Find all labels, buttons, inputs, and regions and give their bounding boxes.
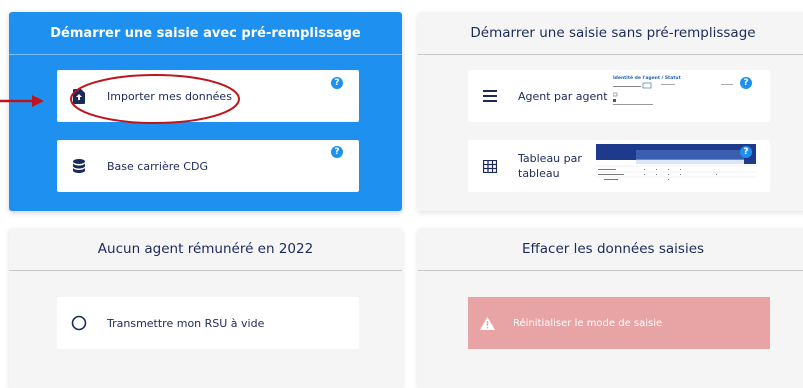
agent-by-agent-card[interactable]: Agent par agent Identité de l'agent / St… [468,70,770,122]
reset-mode-button[interactable]: Réinitialiser le mode de saisie [468,297,770,349]
reset-mode-label: Réinitialiser le mode de saisie [513,317,663,329]
table-grid-icon [480,156,500,176]
help-icon-table[interactable]: ? [740,146,752,158]
radio-circle-icon[interactable] [69,313,89,333]
table-by-table-card[interactable]: Tableau par tableau [468,140,770,192]
no-prefill-panel-title: Démarrer une saisie sans pré-remplissage [418,12,803,55]
list-icon [480,86,500,106]
table-by-table-label: Tableau par tableau [518,151,582,181]
agent-form-thumbnail: Identité de l'agent / Statut [612,76,753,116]
no-agent-panel-title: Aucun agent rémunéré en 2022 [9,228,402,271]
table-by-table-label-line2: tableau [518,167,560,180]
no-agent-panel: Aucun agent rémunéré en 2022 Transmettre… [9,228,402,388]
no-prefill-panel: Démarrer une saisie sans pré-remplissage… [418,12,803,211]
clear-data-panel-title: Effacer les données saisies [418,228,803,271]
table-thumbnail [596,144,756,186]
agent-by-agent-label: Agent par agent [518,89,608,103]
empty-rsu-card[interactable]: Transmettre mon RSU à vide [57,297,359,349]
help-icon-agent[interactable]: ? [740,77,752,89]
empty-rsu-label: Transmettre mon RSU à vide [107,316,265,330]
warning-icon [480,316,495,330]
clear-data-panel: Effacer les données saisies Réinitialise… [418,228,803,388]
table-by-table-label-line1: Tableau par [518,152,582,165]
